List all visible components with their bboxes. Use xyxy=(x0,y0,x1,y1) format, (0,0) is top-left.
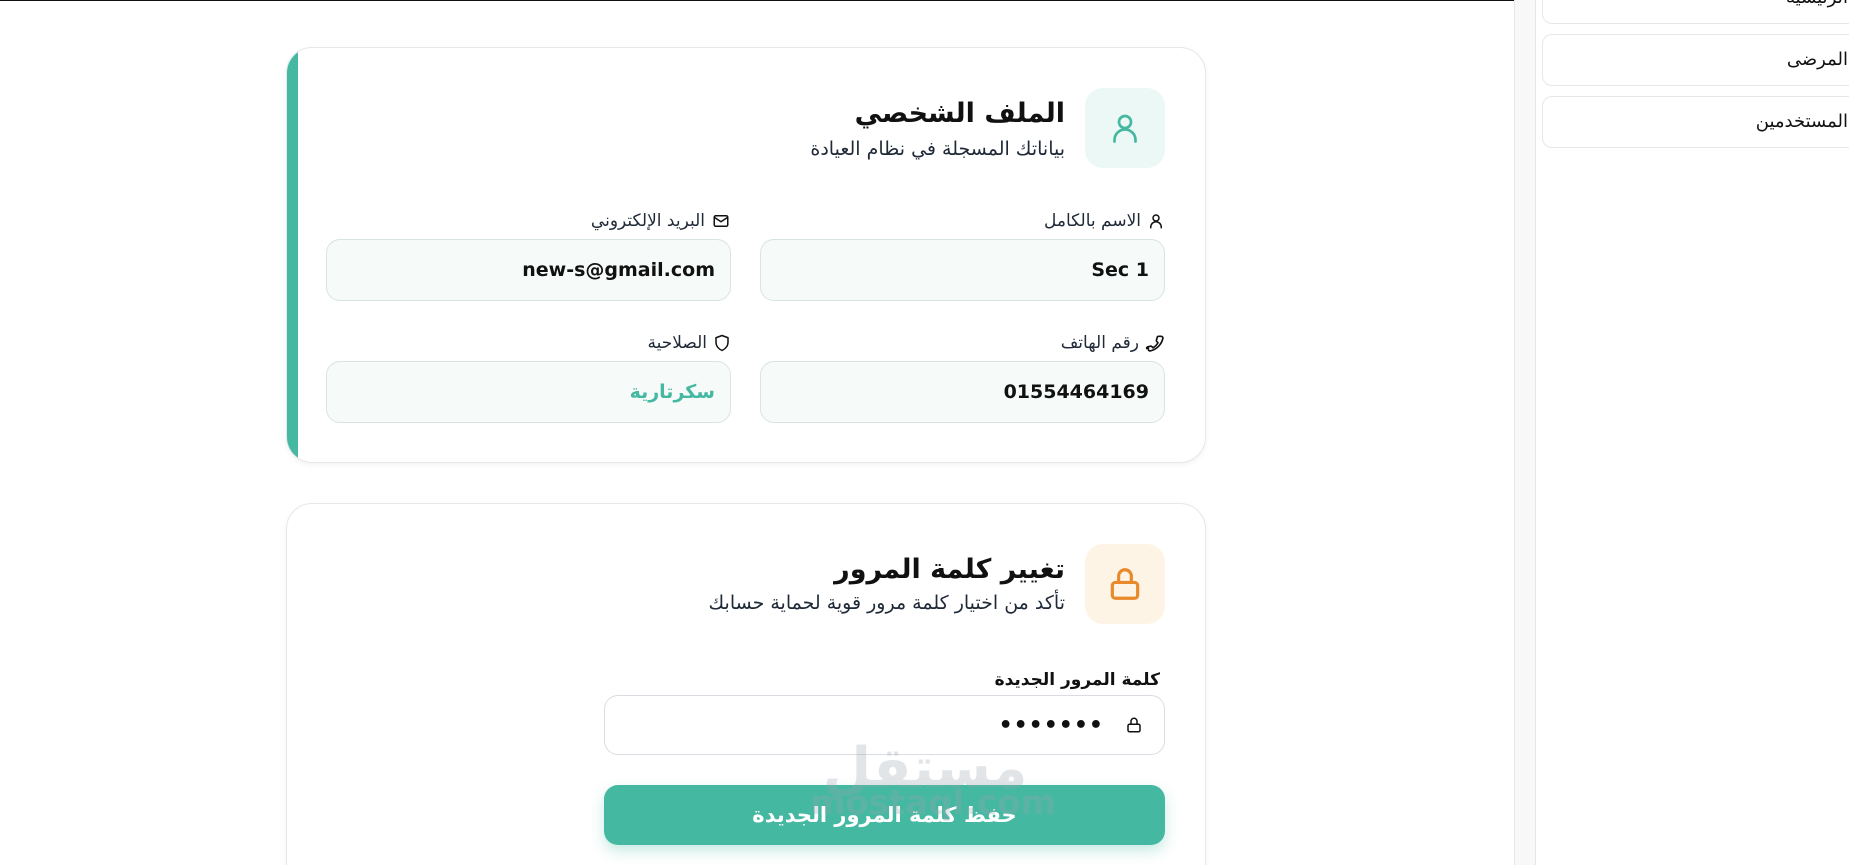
profile-card: الملف الشخصي بياناتك المسجلة في نظام الع… xyxy=(286,47,1206,463)
phone-label-text: رقم الهاتف xyxy=(1060,333,1139,353)
role-field: سكرتارية xyxy=(326,361,731,423)
sidebar-divider xyxy=(1514,0,1536,865)
save-password-button[interactable]: حفظ كلمة المرور الجديدة xyxy=(604,785,1165,845)
password-title: تغيير كلمة المرور xyxy=(834,554,1065,585)
sidebar-item-home[interactable]: الرئيسية xyxy=(1542,0,1849,24)
shield-icon xyxy=(715,334,729,352)
sidebar-item-users[interactable]: المستخدمين xyxy=(1542,96,1849,148)
mail-icon xyxy=(713,215,729,227)
password-card: تغيير كلمة المرور تأكد من اختيار كلمة مر… xyxy=(286,503,1206,865)
user-icon xyxy=(1150,214,1162,229)
password-subtitle: تأكد من اختيار كلمة مرور قوية لحماية حسا… xyxy=(708,592,1065,614)
lock-icon xyxy=(1124,715,1144,735)
profile-icon-box xyxy=(1085,88,1165,168)
email-label: البريد الإلكتروني xyxy=(591,211,731,231)
phone-icon xyxy=(1145,335,1164,352)
user-icon xyxy=(1113,114,1137,143)
email-label-text: البريد الإلكتروني xyxy=(590,211,705,231)
password-icon-box xyxy=(1085,544,1165,624)
name-label-text: الاسم بالكامل xyxy=(1043,211,1141,231)
lock-icon xyxy=(1110,568,1140,600)
password-value: ••••••• xyxy=(998,712,1104,738)
sidebar-item-label: المستخدمين xyxy=(1755,111,1848,132)
sidebar-item-patients[interactable]: المرضى xyxy=(1542,34,1849,86)
role-label: الصلاحية xyxy=(647,333,731,353)
sidebar-item-label: المرضى xyxy=(1786,49,1848,70)
role-label-text: الصلاحية xyxy=(647,333,707,353)
name-field: Sec 1 xyxy=(760,239,1165,301)
sidebar-item-label: الرئيسية xyxy=(1786,0,1848,8)
new-password-label: كلمة المرور الجديدة xyxy=(994,670,1160,690)
accent-bar xyxy=(287,48,298,462)
email-field: new-s@gmail.com xyxy=(326,239,731,301)
new-password-input[interactable]: ••••••• xyxy=(604,695,1165,755)
sidebar: الرئيسية المرضى المستخدمين xyxy=(1536,0,1849,865)
name-label: الاسم بالكامل xyxy=(1044,211,1165,231)
phone-label: رقم الهاتف xyxy=(1061,333,1165,353)
phone-field: 01554464169 xyxy=(760,361,1165,423)
profile-subtitle: بياناتك المسجلة في نظام العيادة xyxy=(810,138,1065,160)
profile-title: الملف الشخصي xyxy=(854,98,1065,129)
